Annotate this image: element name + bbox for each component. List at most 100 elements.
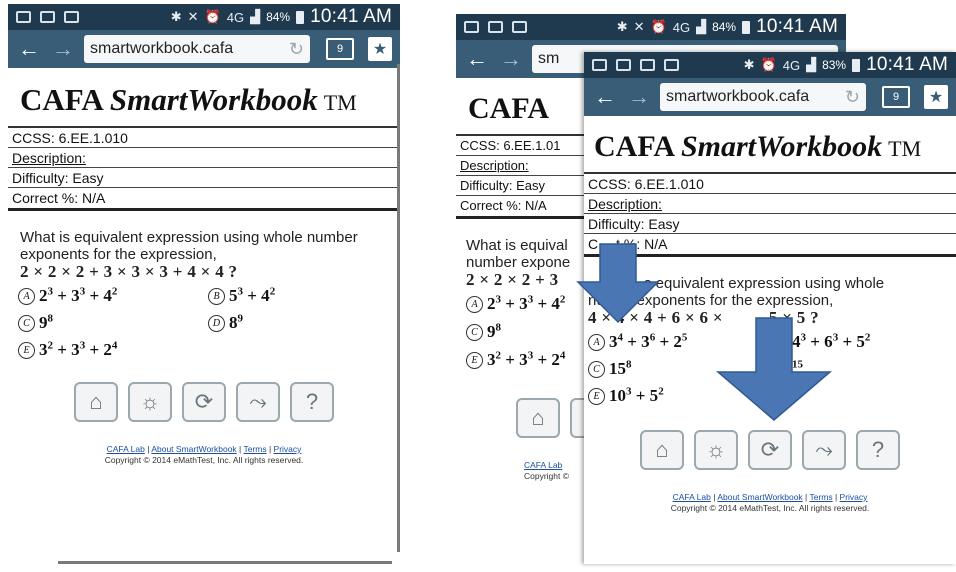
choice-math: 15 [792,358,803,371]
choice-bubble[interactable]: C [466,323,483,341]
battery-icon [852,58,861,72]
privacy-link[interactable]: Privacy [840,492,868,502]
answer-choice-b[interactable]: B 43 + 63 + 52 [771,332,946,352]
correct-percent: Correct %: N/A [12,190,106,206]
address-bar[interactable]: smartworkbook.cafa ↻ [84,35,310,63]
reload-icon[interactable]: ↻ [845,87,860,108]
cafa-lab-link[interactable]: CAFA Lab [524,460,562,470]
answer-choice-c[interactable]: C 158 [588,359,763,379]
answer-choices: A 23 + 33 + 42 B 53 + 42 C 98 D 89 E 32 + 33 + 24 [8,280,400,360]
difficulty: Difficulty: Easy [584,214,956,234]
alarm-icon: ⏰ [760,57,777,72]
home-icon: ⌂ [531,405,545,430]
home-button[interactable]: ⌂ [640,430,684,470]
choice-bubble[interactable]: C [18,314,35,332]
answer-choice-d[interactable]: D 15 [771,359,946,379]
refresh-button[interactable]: ⟳ [748,430,792,470]
next-button[interactable]: ⤳ [236,382,280,422]
reload-icon[interactable]: ↻ [289,39,304,60]
clock: 10:41 AM [310,6,392,27]
frame-edge [397,64,400,552]
ccss-code: CCSS: 6.EE.1.010 [8,128,400,148]
choice-bubble[interactable]: A [588,333,605,351]
terms-link[interactable]: Terms [809,492,832,502]
choice-bubble[interactable]: D [208,314,225,332]
question-prompt: What is equivalent expression using whol… [20,229,358,263]
address-bar[interactable]: smartworkbook.cafa ↻ [660,83,866,111]
voicemail-icon [512,21,527,33]
privacy-link[interactable]: Privacy [274,444,302,454]
mute-icon: ✕ [187,9,199,24]
back-arrow-icon[interactable]: ← [592,84,618,110]
question-mark-icon: ? [305,389,319,414]
back-arrow-icon[interactable]: ← [16,36,42,62]
terms-link[interactable]: Terms [243,444,266,454]
forward-arrow-icon[interactable]: → [626,84,652,110]
notification-icons [464,21,527,33]
choice-bubble[interactable]: D [771,360,788,378]
bluetooth-icon: ✱ [616,19,628,34]
answer-choice-a[interactable]: A 23 + 33 + 42 [18,286,200,306]
home-button[interactable]: ⌂ [74,382,118,422]
help-button[interactable]: ? [856,430,900,470]
choice-bubble[interactable]: E [466,351,483,369]
hint-button[interactable]: ☼ [128,382,172,422]
next-arrow-icon: ⤳ [249,389,267,414]
refresh-icon: ⟳ [194,389,214,414]
brand-title: CAFA SmartWorkbook TM [20,82,357,117]
choice-bubble[interactable]: E [18,341,35,359]
description-link[interactable]: Description: [456,156,584,176]
back-arrow-icon[interactable]: ← [464,46,490,72]
choice-math: 158 [609,358,632,378]
question-expression: 2 × 2 × 2 + 3 × 3 × 3 + 4 × 4 ? [20,262,238,281]
description-link[interactable]: Description: [584,194,956,214]
problem-meta: CCSS: 6.EE.1.01 Description: Difficulty:… [456,134,584,219]
bookmark-star-icon[interactable]: ★ [924,85,948,109]
choice-math: 34 + 36 + 25 [609,331,688,351]
answer-choice-b[interactable]: B 53 + 42 [208,286,390,306]
answer-choice-a[interactable]: A 34 + 36 + 25 [588,332,763,352]
answer-choice-d[interactable]: D 89 [208,313,390,333]
refresh-button[interactable]: ⟳ [182,382,226,422]
tabs-button[interactable]: 9 [326,38,354,60]
forward-arrow-icon[interactable]: → [50,36,76,62]
home-button[interactable]: ⌂ [516,398,560,438]
description-link[interactable]: Description: [8,148,400,168]
answer-choice-e[interactable]: E 32 + 33 + 24 [18,340,200,360]
forward-arrow-icon[interactable]: → [498,46,524,72]
answer-choice-c[interactable]: C 98 [18,313,200,333]
help-button[interactable]: ? [290,382,334,422]
battery-percent: 84% [712,20,737,34]
tabs-button[interactable]: 9 [882,86,910,108]
choice-math: 89 [229,312,243,332]
choice-bubble[interactable]: E [588,387,605,405]
bookmark-star-icon[interactable]: ★ [368,37,392,61]
problem-meta: CCSS: 6.EE.1.010 Description: Difficulty… [8,126,400,211]
screenshot-right-front: ✱ ⏰ 4G ▟ 83% 10:41 AM ← → smartworkbook.… [584,52,956,564]
answer-choice-e[interactable]: E 103 + 52 [588,386,763,406]
choice-bubble[interactable]: B [771,333,788,351]
action-toolbar: ⌂ ☼ ⟳ ⤳ ? [584,406,956,470]
choice-bubble[interactable]: B [208,287,225,305]
about-link[interactable]: About SmartWorkbook [151,444,236,454]
difficulty: Difficulty: Easy [456,176,584,196]
footer: CAFA Lab | About SmartWorkbook | Terms |… [8,422,400,466]
choice-bubble[interactable]: C [588,360,605,378]
clock: 10:41 AM [756,16,838,37]
signal-icon: ▟ [250,9,261,24]
about-link[interactable]: About SmartWorkbook [717,492,802,502]
cafa-lab-link[interactable]: CAFA Lab [107,444,145,454]
choice-math: 32 + 33 + 24 [487,349,566,369]
status-bar: ✱ ✕ ⏰ 4G ▟ 84% 10:41 AM [8,4,400,30]
question-prompt-line1: s equivalent expression using whole [644,275,885,292]
cafa-lab-link[interactable]: CAFA Lab [673,492,711,502]
choice-bubble[interactable]: A [466,295,483,313]
next-button[interactable]: ⤳ [802,430,846,470]
answer-choices: A 34 + 36 + 25 B 43 + 63 + 52 C 158 D 15 E 103 + … [584,326,956,406]
choice-math: 32 + 33 + 24 [39,339,118,359]
battery-icon [296,10,305,24]
voicemail-icon [64,11,79,23]
choice-math: 103 + 52 [609,385,664,405]
hint-button[interactable]: ☼ [694,430,738,470]
choice-bubble[interactable]: A [18,287,35,305]
